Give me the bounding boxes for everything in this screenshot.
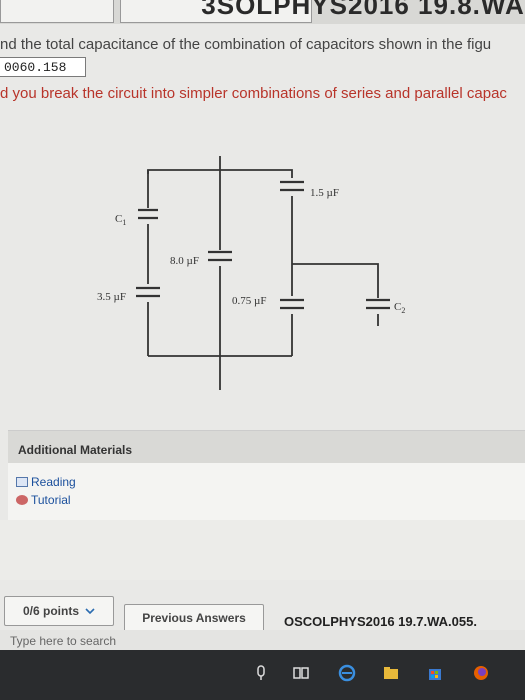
firefox-icon[interactable] [472,664,490,682]
reading-link[interactable]: Reading [16,475,76,489]
lower-blank-panel [0,520,525,580]
points-label: 0/6 points [22,604,79,618]
tutorial-link[interactable]: Tutorial [16,493,71,507]
question-text: nd the total capacitance of the combinat… [0,36,492,53]
additional-materials-panel: Additional Materials Reading Tutorial [8,430,525,523]
tutorial-icon [16,495,28,505]
book-icon [16,477,28,487]
chevron-down-icon [85,607,95,614]
top-tab-left[interactable] [0,0,114,23]
question-footer: 0/6 points Previous Answers OSCOLPHYS201… [0,596,525,632]
cap-8-0-label: 8.0 µF [170,255,199,267]
materials-header: Additional Materials [8,431,525,463]
taskbar-search-input[interactable]: Type here to search [10,634,116,648]
file-explorer-icon[interactable] [382,664,400,682]
microphone-icon[interactable] [252,664,270,682]
c2-branch-top-wire [292,263,379,298]
c1-label: C1 [115,213,126,227]
browser-top-strip: 3SOLPHYS2016 19.8.WA. [0,0,525,24]
cap-1-5-label: 1.5 µF [310,187,339,199]
tutorial-link-label: Tutorial [31,493,71,507]
windows-taskbar [0,650,525,700]
edge-browser-icon[interactable] [338,664,356,682]
question-reference: OSCOLPHYS2016 19.7.WA.055. [284,614,477,629]
reading-link-label: Reading [31,475,76,489]
store-icon[interactable] [426,664,444,682]
materials-title: Additional Materials [18,443,133,457]
task-view-icon[interactable] [292,664,310,682]
assignment-title: 3SOLPHYS2016 19.8.WA. [201,0,525,20]
answer-input[interactable]: 0060.158 [0,57,86,77]
previous-answers-button[interactable]: Previous Answers [124,604,264,632]
points-dropdown[interactable]: 0/6 points [4,596,114,626]
capacitor-circuit-diagram: C1 1.5 µF 8.0 µF 3.5 µF 0.75 µF C2 [97,156,405,390]
cap-0-75-label: 0.75 µF [232,295,266,307]
c2-label: C2 [394,301,405,315]
cap-3-5-label: 3.5 µF [97,291,126,303]
